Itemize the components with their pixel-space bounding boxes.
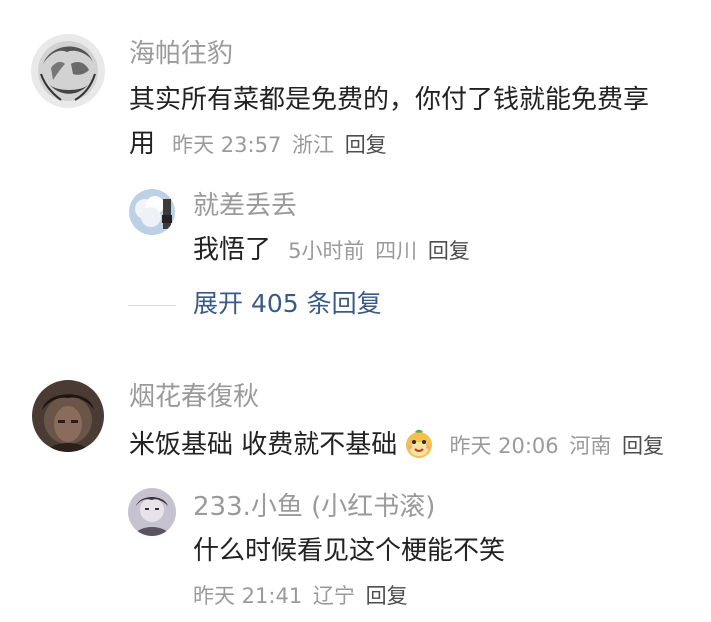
comment-content: 米饭基础 收费就不基础 昨天 20:06 河南 回复 <box>129 429 668 459</box>
avatar[interactable] <box>32 380 104 452</box>
comment-location: 河南 <box>569 434 612 458</box>
reply-location: 四川 <box>375 239 418 263</box>
expand-divider <box>128 305 176 306</box>
reply-text: 什么时候看见这个梗能不笑 <box>193 536 506 566</box>
reply-button[interactable]: 回复 <box>428 239 470 263</box>
reply-location: 辽宁 <box>312 584 355 608</box>
avatar[interactable] <box>31 34 105 108</box>
reply-button[interactable]: 回复 <box>622 434 664 458</box>
username[interactable]: 海帕往豹 <box>129 41 233 67</box>
username[interactable]: 233.小鱼 (小红书滚) <box>193 494 435 520</box>
comment-time: 昨天 23:57 <box>172 133 282 157</box>
reply-button[interactable]: 回复 <box>366 584 408 608</box>
comment-text-continued: 用 <box>129 129 156 159</box>
expand-replies-button[interactable]: 展开 405 条回复 <box>193 291 382 316</box>
comment-location: 浙江 <box>292 133 334 157</box>
comment-time: 昨天 20:06 <box>449 434 559 458</box>
reply-time: 昨天 21:41 <box>193 584 303 608</box>
smiling-face-emoji-icon <box>406 429 433 458</box>
reply-button[interactable]: 回复 <box>345 133 387 157</box>
comment-meta: 用 昨天 23:57 浙江 回复 <box>129 131 391 157</box>
username[interactable]: 就差丢丢 <box>193 193 297 219</box>
reply-time: 5小时前 <box>288 239 365 263</box>
reply-content: 我悟了 5小时前 四川 回复 <box>193 237 474 263</box>
avatar[interactable] <box>129 189 175 235</box>
username[interactable]: 烟花春復秋 <box>129 384 259 410</box>
reply-text: 我悟了 <box>193 235 272 265</box>
comment-text: 米饭基础 收费就不基础 <box>129 430 398 460</box>
reply-meta: 昨天 21:41 辽宁 回复 <box>193 586 412 607</box>
avatar[interactable] <box>128 488 176 536</box>
comment-text: 其实所有菜都是免费的，你付了钱就能免费享 <box>129 85 650 115</box>
